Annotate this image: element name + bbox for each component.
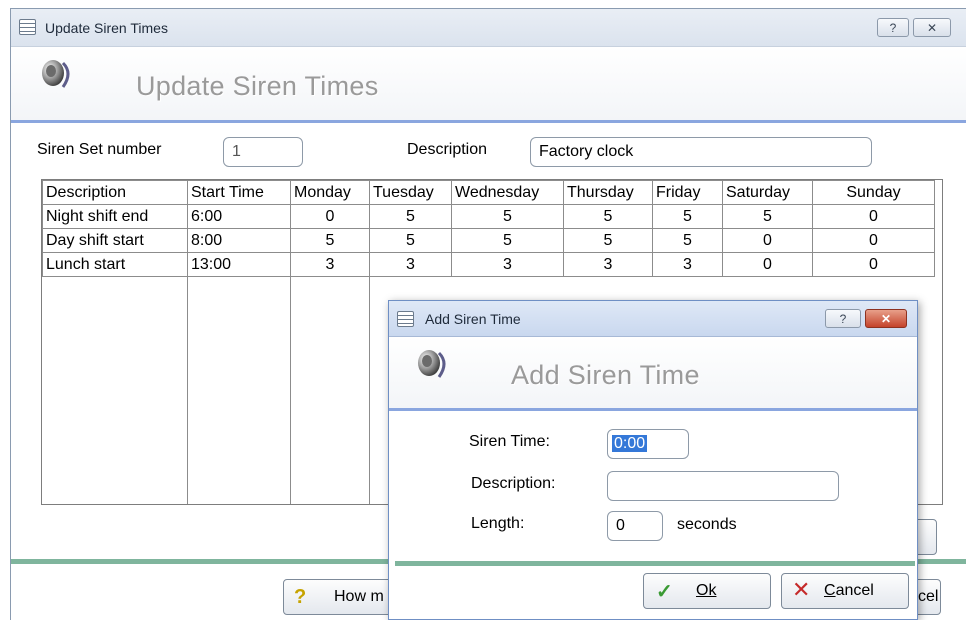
table-row[interactable]: Lunch start 13:00 3 3 3 3 3 0 0 [42, 252, 935, 277]
length-label: Length: [471, 515, 525, 532]
dialog-system-menu-icon[interactable] [397, 311, 414, 327]
cell-saturday[interactable]: 5 [722, 204, 813, 229]
cancel-x-icon: ✕ [792, 577, 811, 602]
add-siren-time-dialog: Add Siren Time ? ✕ Add Siren Time Siren … [388, 300, 918, 620]
cell-description[interactable]: Day shift start [42, 228, 188, 253]
cell-description[interactable]: Lunch start [42, 252, 188, 277]
help-button[interactable]: ? [877, 18, 909, 37]
column-header[interactable]: Thursday [563, 180, 653, 205]
dialog-description-field[interactable] [607, 471, 839, 501]
description-field[interactable]: Factory clock [530, 137, 872, 167]
column-header[interactable]: Saturday [722, 180, 813, 205]
siren-times-table: Description Start Time Monday Tuesday We… [42, 180, 935, 277]
length-field[interactable]: 0 [607, 511, 663, 541]
cell-wednesday[interactable]: 5 [451, 228, 564, 253]
cell-friday[interactable]: 5 [652, 228, 723, 253]
header-title: Update Siren Times [136, 71, 379, 101]
cell-tuesday[interactable]: 5 [369, 228, 452, 253]
siren-set-number-field[interactable]: 1 [223, 137, 303, 167]
cell-tuesday[interactable]: 3 [369, 252, 452, 277]
window-title: Update Siren Times [45, 20, 168, 36]
cell-sunday[interactable]: 0 [812, 228, 935, 253]
grid-column-line [187, 180, 188, 504]
how-many-label: How m [334, 588, 384, 605]
dialog-description-label: Description: [471, 475, 556, 492]
siren-set-number-label: Siren Set number [37, 141, 162, 158]
ok-label: Ok [696, 582, 717, 599]
cell-wednesday[interactable]: 3 [451, 252, 564, 277]
dialog-separator-bar [395, 561, 915, 566]
column-header[interactable]: Tuesday [369, 180, 452, 205]
column-header[interactable]: Start Time [187, 180, 291, 205]
system-menu-icon[interactable] [19, 19, 36, 35]
dialog-header-title: Add Siren Time [511, 360, 700, 390]
grid-column-line [369, 180, 370, 504]
siren-time-label: Siren Time: [469, 433, 550, 450]
table-row[interactable]: Day shift start 8:00 5 5 5 5 5 0 0 [42, 228, 935, 253]
speaker-icon [418, 350, 446, 378]
grid-column-line [290, 180, 291, 504]
table-row[interactable]: Night shift end 6:00 0 5 5 5 5 5 0 [42, 204, 935, 229]
cell-thursday[interactable]: 5 [563, 228, 653, 253]
dialog-titlebar[interactable]: Add Siren Time ? ✕ [389, 301, 917, 337]
cell-start-time[interactable]: 13:00 [187, 252, 291, 277]
cell-monday[interactable]: 0 [290, 204, 370, 229]
cell-thursday[interactable]: 5 [563, 204, 653, 229]
window-titlebar[interactable]: Update Siren Times ? ✕ [11, 9, 966, 47]
cell-friday[interactable]: 3 [652, 252, 723, 277]
close-button[interactable]: ✕ [913, 18, 951, 37]
dialog-help-button[interactable]: ? [825, 309, 861, 328]
cell-tuesday[interactable]: 5 [369, 204, 452, 229]
column-header[interactable]: Description [42, 180, 188, 205]
main-cancel-label: cel [918, 588, 939, 605]
cell-monday[interactable]: 5 [290, 228, 370, 253]
cell-sunday[interactable]: 0 [812, 204, 935, 229]
cell-saturday[interactable]: 0 [722, 228, 813, 253]
dialog-header-band: Add Siren Time [389, 337, 917, 411]
dialog-title: Add Siren Time [425, 311, 521, 327]
length-unit-label: seconds [677, 516, 737, 533]
check-icon: ✓ [656, 581, 673, 603]
speaker-icon [42, 60, 70, 88]
column-header[interactable]: Friday [652, 180, 723, 205]
description-label: Description [407, 141, 488, 158]
siren-time-field[interactable]: 0:00 [607, 429, 689, 459]
header-band: Update Siren Times [11, 47, 966, 123]
cell-start-time[interactable]: 8:00 [187, 228, 291, 253]
ok-button[interactable]: ✓ Ok [643, 573, 771, 609]
siren-time-value: 0:00 [612, 435, 648, 452]
cell-sunday[interactable]: 0 [812, 252, 935, 277]
cell-start-time[interactable]: 6:00 [187, 204, 291, 229]
column-header[interactable]: Sunday [812, 180, 935, 205]
cell-wednesday[interactable]: 5 [451, 204, 564, 229]
cell-thursday[interactable]: 3 [563, 252, 653, 277]
column-header[interactable]: Wednesday [451, 180, 564, 205]
cell-monday[interactable]: 3 [290, 252, 370, 277]
column-header[interactable]: Monday [290, 180, 370, 205]
cell-description[interactable]: Night shift end [42, 204, 188, 229]
cancel-button[interactable]: ✕ Cancel [781, 573, 909, 609]
cancel-label: Cancel [824, 582, 874, 599]
dialog-close-button[interactable]: ✕ [865, 309, 907, 328]
cell-saturday[interactable]: 0 [722, 252, 813, 277]
question-icon: ? [294, 586, 307, 608]
cell-friday[interactable]: 5 [652, 204, 723, 229]
grid-header-row: Description Start Time Monday Tuesday We… [42, 180, 935, 205]
